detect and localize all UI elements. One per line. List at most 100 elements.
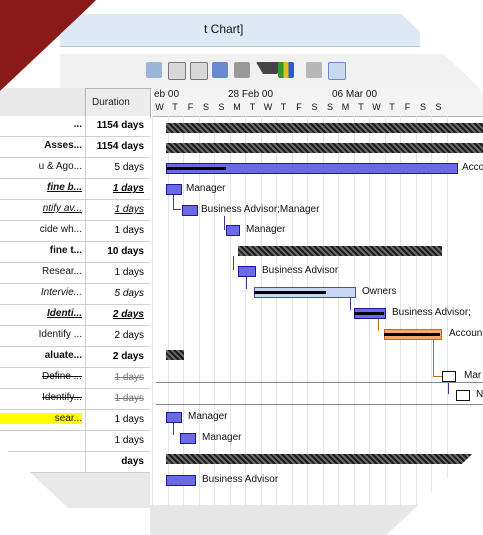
day-letter: T [358,102,364,112]
resource-label: Manager [188,411,228,422]
task-name: fine b... [47,182,82,193]
find-icon[interactable] [234,62,250,78]
task-duration: 5 days [85,158,148,178]
progress-line [166,167,226,170]
preview-icon[interactable] [328,62,346,80]
task-duration: 1 days [85,368,148,388]
table-row[interactable]: ... 1154 days [0,116,150,137]
table-row[interactable]: fine b... 1 days [0,179,150,200]
print-icon[interactable] [306,62,322,78]
task-name: ntify av... [42,203,82,214]
day-letter: F [404,102,411,112]
chart-icon[interactable] [278,62,294,78]
task-duration: 5 days [85,284,148,304]
table-row[interactable]: ntify av... 1 days [0,200,150,221]
dependency-link [378,319,379,331]
day-letter: W [263,102,273,112]
task-name: Resear... [41,266,82,277]
duration-column-header[interactable]: Duration [85,88,151,118]
day-letter: F [187,102,194,112]
resource-label: Business Advisor [202,474,279,485]
task-bar[interactable] [226,225,240,236]
day-letter: S [326,102,333,112]
grid-line [276,116,277,508]
task-name: aluate... [44,350,82,361]
task-bar[interactable] [182,205,198,216]
paste-icon[interactable] [190,62,208,80]
task-duration: 2 days [85,305,148,325]
summary-bar[interactable] [166,454,483,464]
summary-bar[interactable] [238,246,442,256]
task-name: Identify ... [38,329,82,340]
task-bar[interactable] [166,475,196,486]
day-letter: T [172,102,178,112]
table-row[interactable]: cide wh... 1 days [0,221,150,242]
table-row[interactable]: Asses... 1154 days [0,137,150,158]
task-bar[interactable] [180,433,196,444]
dependency-link [233,256,234,270]
progress-line [354,312,384,315]
copy-icon[interactable] [168,62,186,80]
table-row[interactable]: Identify ... 2 days [0,326,150,347]
resource-label: N [476,389,483,400]
table-row[interactable]: aluate... 2 days [0,347,150,368]
task-bar[interactable] [238,266,256,277]
dependency-link [173,209,181,210]
day-letter: W [372,102,381,112]
task-duration: 2 days [85,347,148,367]
grid-line [307,116,308,508]
dependency-link [173,195,174,209]
table-row[interactable]: u & Ago... 5 days [0,158,150,179]
timescale-header: eb 00 28 Feb 00 06 Mar 00 WTFSSMTWTFSSMT… [152,88,483,117]
table-row[interactable]: Identify... 1 days [0,389,150,410]
milestone-bar[interactable] [442,371,456,382]
table-row[interactable]: Intervie... 5 days [0,284,150,305]
summary-bar[interactable] [166,123,483,133]
horizontal-scrollbar[interactable] [150,505,483,535]
task-duration: 1 days [85,179,148,199]
grid-line [338,116,339,508]
resource-label: Acco [462,162,483,173]
table-row[interactable]: Define ... 1 days [0,368,150,389]
table-row[interactable]: Identi... 2 days [0,305,150,326]
day-letter: M [341,102,350,112]
link-icon[interactable] [212,62,228,78]
task-name: u & Ago... [38,161,82,172]
summary-bar[interactable] [166,143,483,153]
task-bar[interactable] [166,184,182,195]
resource-label: Business Advisor;Manager [201,204,320,215]
task-duration: 1 days [85,389,148,409]
task-duration: 2 days [85,326,148,346]
milestone-bar[interactable] [456,390,470,401]
grid-line [214,116,215,508]
task-name: Identi... [47,308,82,319]
day-letter: S [435,102,442,112]
resource-label: Manager [186,183,226,194]
task-name: Identify... [42,392,82,403]
summary-bar[interactable] [166,350,184,360]
day-letter: S [311,102,318,112]
dependency-link [350,298,351,310]
task-duration: 1 days [85,410,148,430]
day-letter: W [155,102,164,112]
day-letter: T [389,102,395,112]
task-bar[interactable] [166,412,182,423]
zoom-icon[interactable] [146,62,162,78]
resource-label: Mar [464,370,482,381]
table-row[interactable]: Resear... 1 days [0,263,150,284]
day-letter: F [296,102,302,112]
table-row[interactable]: fine t... 10 days [0,242,150,263]
day-letter: M [233,102,241,112]
row-divider [156,382,483,383]
day-letter: S [218,102,225,112]
dependency-link [433,340,434,376]
day-letters: WTFSSMTWTFSSMTWTFSS [152,102,483,116]
table-row[interactable]: 1 days [0,431,150,452]
table-row[interactable]: sear... 1 days [0,410,150,431]
resource-label: Manager [246,224,286,235]
table-row[interactable]: days [0,452,150,473]
app-frame: t Chart] Duration ... 1154 days Asses... 11… [0,0,483,535]
task-name: Intervie... [40,287,82,298]
resource-label: Business Advisor [262,265,339,276]
task-duration: 1154 days [85,116,148,136]
